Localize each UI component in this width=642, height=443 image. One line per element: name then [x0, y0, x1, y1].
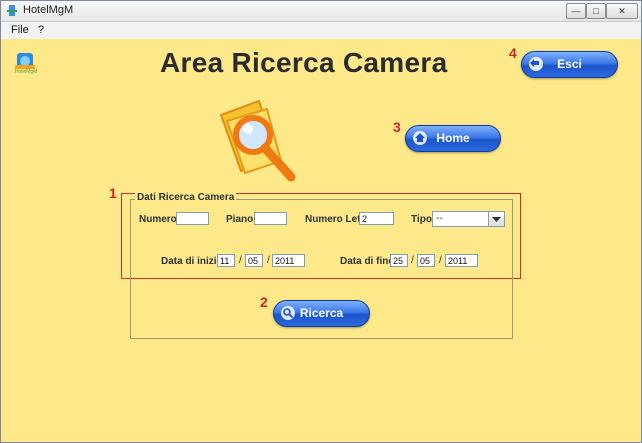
app-window: HotelMgM — □ ✕ File ? HotelMgM Area Rice…: [0, 0, 642, 443]
date-separator: /: [239, 255, 242, 266]
hotel-app-icon: [7, 5, 17, 16]
window-title: HotelMgM: [23, 4, 74, 16]
annotation-3: 3: [393, 119, 401, 135]
annotation-4: 4: [509, 45, 517, 61]
data-fine-label: Data di fine: [340, 256, 394, 267]
house-icon: [413, 131, 427, 145]
magnifier-folder-icon: [219, 99, 296, 182]
page-title: Area Ricerca Camera: [160, 47, 448, 78]
title-bar[interactable]: HotelMgM — □ ✕: [1, 1, 641, 22]
numero-field[interactable]: [176, 212, 209, 225]
exit-arrow-icon: [529, 57, 543, 71]
numero-label: Numero: [139, 214, 177, 225]
date-separator: /: [411, 255, 414, 266]
exit-button-label: Esci: [557, 57, 582, 71]
annotation-1: 1: [109, 185, 117, 201]
tipo-label: Tipo: [411, 214, 432, 225]
data-inizio-year-field[interactable]: 2011: [272, 254, 305, 267]
menu-bar: File ?: [1, 22, 641, 40]
piano-label: Piano: [226, 214, 254, 225]
home-button[interactable]: Home: [405, 125, 501, 152]
chevron-down-icon: [492, 217, 501, 222]
data-inizio-month-field[interactable]: 05: [245, 254, 263, 267]
piano-field[interactable]: [254, 212, 287, 225]
home-button-label: Home: [436, 131, 470, 145]
data-inizio-day-field[interactable]: 11: [217, 254, 235, 267]
search-button-label: Ricerca: [299, 306, 344, 320]
main-content: HotelMgM Area Ricerca Camera 4 Esci 3 Ho…: [1, 39, 641, 442]
date-separator: /: [439, 255, 442, 266]
exit-button[interactable]: Esci: [521, 51, 618, 78]
numero-letti-field[interactable]: 2: [359, 212, 394, 225]
data-inizio-label: Data di inizio: [161, 256, 223, 267]
logo-text: HotelMgM: [14, 69, 38, 75]
menu-help[interactable]: ?: [38, 24, 44, 36]
date-separator: /: [267, 255, 270, 266]
search-button[interactable]: Ricerca: [273, 300, 370, 327]
minimize-button[interactable]: —: [566, 3, 586, 19]
tipo-selected-value: --: [436, 213, 443, 224]
close-button[interactable]: ✕: [606, 3, 638, 19]
annotation-2: 2: [260, 294, 268, 310]
tipo-select[interactable]: --: [432, 211, 505, 227]
tipo-dropdown-button[interactable]: [488, 212, 504, 226]
menu-file[interactable]: File: [11, 24, 29, 36]
magnifier-icon: [281, 306, 295, 320]
data-fine-day-field[interactable]: 25: [390, 254, 408, 267]
data-fine-month-field[interactable]: 05: [417, 254, 435, 267]
numero-letti-label: Numero Letti: [305, 214, 367, 225]
data-fine-year-field[interactable]: 2011: [445, 254, 478, 267]
search-panel-legend: Dati Ricerca Camera: [135, 192, 237, 203]
maximize-button[interactable]: □: [586, 3, 606, 19]
